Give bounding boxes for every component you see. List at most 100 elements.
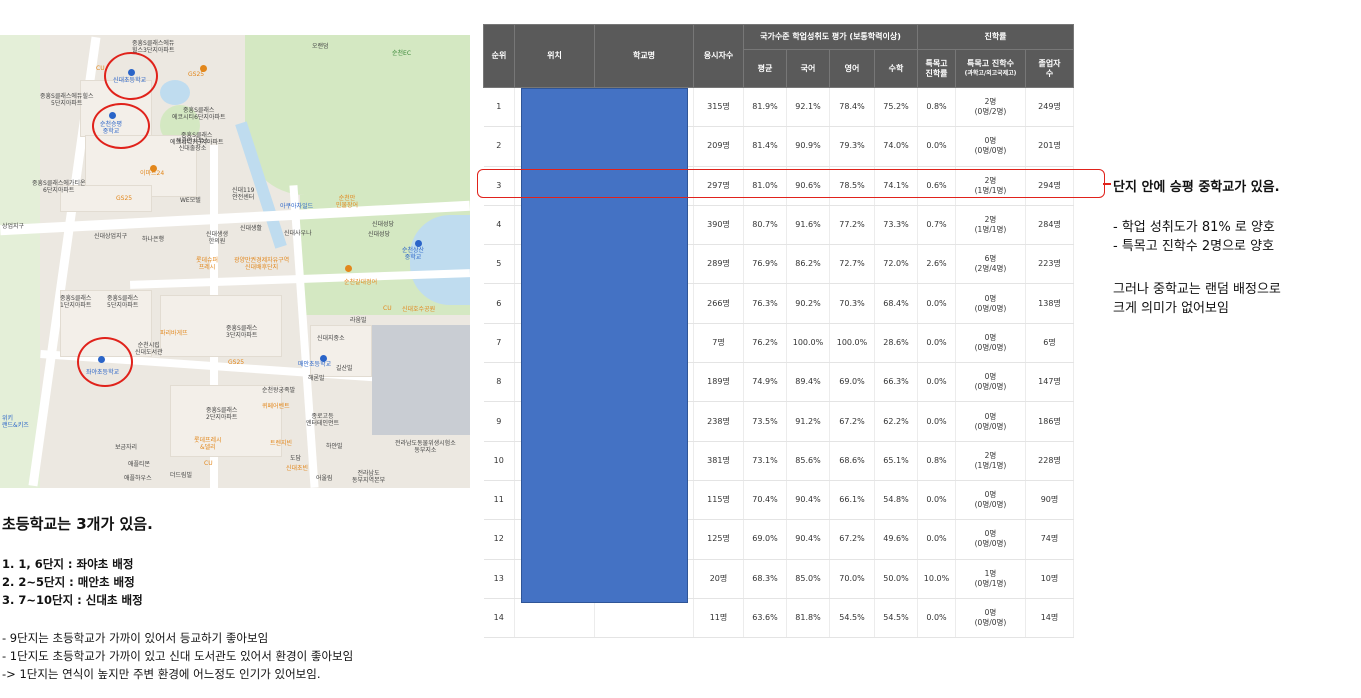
map-label: 하나은행 (142, 236, 165, 243)
cell-rank: 9 (483, 401, 515, 442)
map-label: 도담 (290, 455, 302, 462)
cell-english: 77.2% (829, 205, 875, 246)
cell-applicants: 20명 (693, 559, 744, 599)
special-count-detail: (0명/0명) (974, 539, 1007, 549)
cell-english: 69.0% (829, 362, 875, 403)
map-label: 신대사우나 (284, 230, 312, 237)
special-count-detail: (1명/1명) (974, 225, 1007, 235)
special-count-detail: (0명/0명) (974, 382, 1007, 392)
cell-rank: 8 (483, 362, 515, 403)
header-korean: 국어 (786, 49, 830, 88)
cell-special-count: 2명 (0명/2명) (955, 87, 1026, 128)
header-rank: 순위 (483, 24, 515, 88)
map-label: 퀴페어벤트 (262, 403, 290, 410)
special-count: 0명 (984, 529, 997, 539)
highlight-connector (1103, 183, 1111, 185)
row-3-highlight (477, 169, 1105, 198)
cell-graduates: 138명 (1025, 283, 1074, 324)
map-label: 신대호수공원 (402, 306, 436, 313)
map-label: 순천갈대정어 (344, 279, 378, 286)
special-count: 2명 (984, 97, 997, 107)
cell-graduates: 201명 (1025, 126, 1074, 167)
highlight-circle (77, 337, 133, 387)
map-label: 상업지구 (2, 223, 25, 230)
header-special-rate: 특목고 진학률 (917, 49, 956, 88)
cell-english: 72.7% (829, 244, 875, 285)
cell-avg: 76.9% (743, 244, 787, 285)
header-national-eval: 국가수준 학업성취도 평가 (보통학력이상) (743, 24, 918, 50)
cell-special-rate: 0.8% (917, 441, 956, 481)
header-location: 위치 (514, 24, 595, 88)
cell-applicants: 7명 (693, 323, 744, 364)
special-count-detail: (0명/0명) (974, 500, 1007, 510)
map-label: GS25 (188, 71, 205, 78)
block (160, 295, 282, 357)
cell-applicants: 390명 (693, 205, 744, 246)
cell-math: 28.6% (874, 323, 918, 364)
cell-rank: 13 (483, 559, 515, 599)
map-label: 순천상산 중학교 (402, 247, 425, 261)
right-note-conclusion: 그러나 중학교는 랜덤 배정으로 (1113, 282, 1281, 297)
cell-avg: 76.3% (743, 283, 787, 324)
cell-english: 54.5% (829, 598, 875, 639)
map-label: 전라남도 동부지역본부 (352, 470, 386, 484)
special-count-detail: (2명/4명) (974, 264, 1007, 274)
cell-applicants: 115명 (693, 480, 744, 521)
map-label: 중흥S클래스 1단지아파트 (60, 295, 92, 309)
cell-rank: 4 (483, 205, 515, 246)
cell-special-count: 0명 (0명/0명) (955, 598, 1026, 639)
cell-avg: 70.4% (743, 480, 787, 521)
cell-avg: 81.4% (743, 126, 787, 167)
cell-rank: 1 (483, 87, 515, 128)
special-count: 2명 (984, 450, 997, 460)
cell-applicants: 189명 (693, 362, 744, 403)
map-label: 좌야초등학교 (86, 369, 120, 376)
special-count: 0명 (984, 372, 997, 382)
map-label: 보금자리 (115, 444, 138, 451)
header-applicants: 응시자수 (693, 24, 744, 88)
map-label: 순천승평 중학교 (100, 121, 123, 135)
map-label: 신대상업지구 (94, 233, 128, 240)
map-label: 더드림빌 (170, 472, 193, 479)
map-label: 매안초등학교 (298, 361, 332, 368)
bottom-note-title: 초등학교는 3개가 있음. (2, 515, 153, 533)
special-count: 0명 (984, 608, 997, 617)
special-count: 2명 (984, 215, 997, 225)
special-count: 0명 (984, 293, 997, 303)
map-label: 롯데슈퍼 프레시 (196, 257, 219, 271)
cell-korean: 91.2% (786, 401, 830, 442)
table-row: 14 11명 63.6% 81.8% 54.5% 54.5% 0.0% 0명 (0명/0명) 14… (483, 598, 1074, 639)
cell-math: 49.6% (874, 519, 918, 560)
remark-item: - 1단지도 초등학교가 가까이 있고 신대 도서관도 있어서 환경이 좋아보임 (2, 649, 354, 663)
special-count-detail: (0명/0명) (974, 303, 1007, 313)
cell-graduates: 249명 (1025, 87, 1074, 128)
store-pin[interactable] (345, 265, 352, 272)
header-special-count-sub: (과학고/외고국제고) (964, 69, 1017, 77)
cell-special-rate: 2.6% (917, 244, 956, 285)
cell-special-rate: 0.0% (917, 362, 956, 403)
header-special-count-label: 특목고 진학수 (967, 58, 1014, 68)
school-pin[interactable] (415, 240, 422, 247)
cell-applicants: 381명 (693, 441, 744, 481)
cell-applicants: 209명 (693, 126, 744, 167)
map-label: 순천EC (392, 50, 412, 57)
cell-graduates: 74명 (1025, 519, 1074, 560)
cell-graduates: 6명 (1025, 323, 1074, 364)
special-count: 6명 (984, 254, 997, 264)
cell-school (594, 598, 694, 639)
cell-korean: 85.6% (786, 441, 830, 481)
cell-special-count: 0명 (0명/0명) (955, 480, 1026, 521)
masked-school-names (521, 88, 688, 603)
cell-applicants: 266명 (693, 283, 744, 324)
cell-graduates: 186명 (1025, 401, 1074, 442)
assignment-item: 2. 2~5단지 : 매안초 배정 (2, 575, 135, 589)
cell-korean: 90.4% (786, 519, 830, 560)
cell-special-count: 0명 (0명/0명) (955, 362, 1026, 403)
map-label: 순천시립 신대도서관 (135, 342, 163, 356)
cell-avg: 73.1% (743, 441, 787, 481)
map-label: 중흥S클래스 5단지아파트 (107, 295, 139, 309)
map-label: 신대성당 (372, 221, 395, 228)
header-graduates: 졸업자 수 (1025, 49, 1074, 88)
cell-korean: 91.6% (786, 205, 830, 246)
map-label: 신대지중소 (317, 335, 345, 342)
